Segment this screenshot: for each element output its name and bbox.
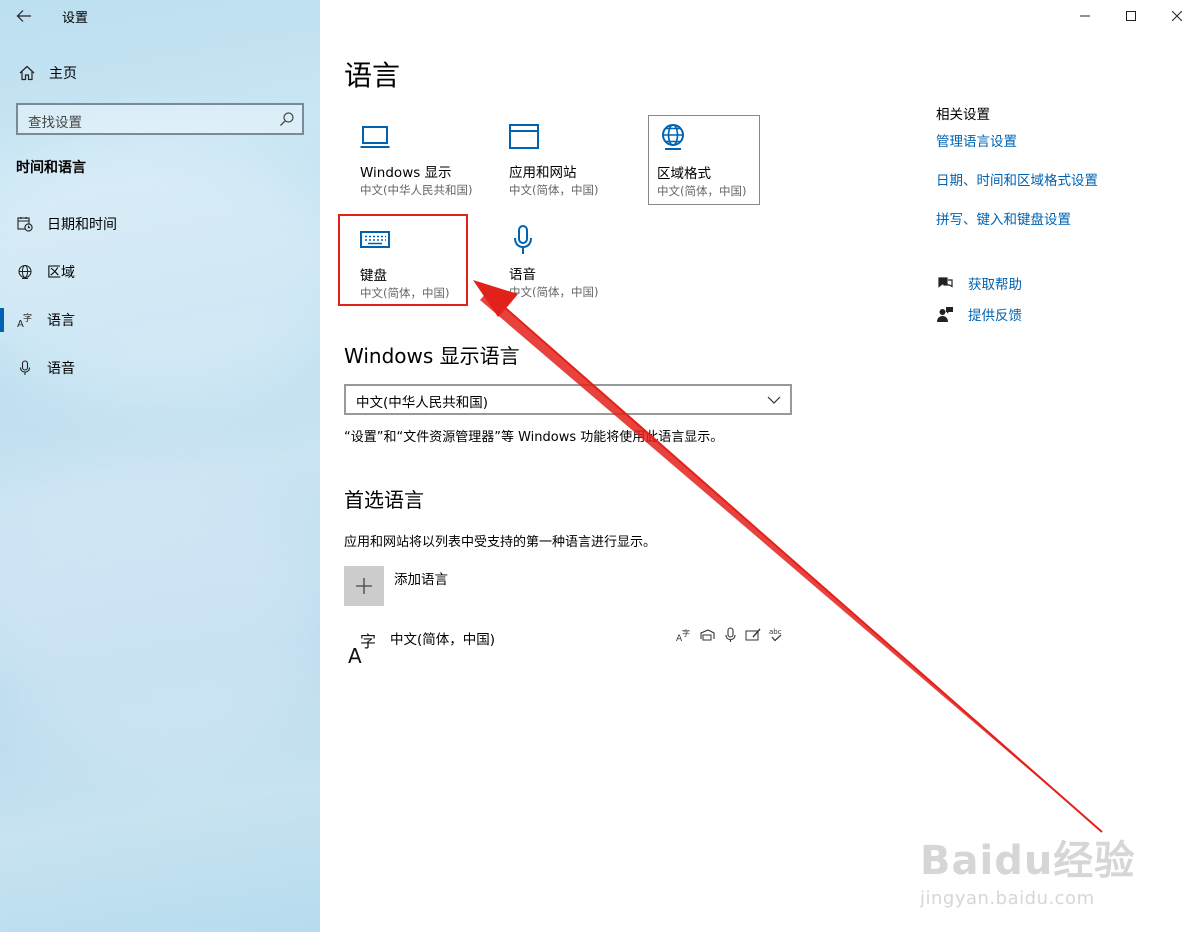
minimize-icon: [1080, 15, 1090, 17]
page-title: 语言: [344, 59, 401, 92]
sidebar-item-label: 语音: [47, 361, 75, 377]
maximize-button[interactable]: [1108, 0, 1154, 32]
display-language-heading: Windows 显示语言: [344, 344, 520, 368]
close-icon: [1172, 11, 1182, 21]
home-nav-item[interactable]: 主页: [0, 56, 320, 90]
handwriting-feature-icon: [745, 628, 761, 641]
globe-icon: [18, 264, 32, 279]
tile-subtitle: 中文(简体，中国): [657, 184, 747, 198]
svg-text:abc: abc: [769, 628, 782, 636]
display-language-feature-icon: A字: [676, 628, 690, 643]
maximize-icon: [1126, 11, 1136, 21]
tile-apps-websites[interactable]: 应用和网站 中文(简体，中国): [489, 113, 619, 203]
language-feature-icons: A字 abc: [676, 627, 785, 643]
sidebar-item-label: 语言: [47, 313, 75, 329]
dropdown-value: 中文(中华人民共和国): [356, 395, 489, 411]
app-title: 设置: [62, 11, 89, 26]
tile-subtitle: 中文(简体，中国): [360, 286, 450, 300]
window-controls: [1062, 0, 1200, 32]
link-date-time-region[interactable]: 日期、时间和区域格式设置: [936, 169, 1098, 189]
tile-subtitle: 中文(中华人民共和国): [360, 183, 473, 197]
sidebar: 设置 主页 查找设置 时间和语言 日期和时间 区域 A字 语言 语音: [0, 0, 320, 932]
tile-name: 应用和网站: [509, 165, 577, 181]
get-help-link: 获取帮助: [968, 277, 1022, 293]
browser-window-icon: [509, 124, 539, 149]
add-language-button[interactable]: 添加语言: [344, 566, 448, 606]
home-icon: [19, 65, 35, 81]
display-language-note: “设置”和“文件资源管理器”等 Windows 功能将使用此语言显示。: [344, 430, 724, 445]
sidebar-item-label: 日期和时间: [47, 217, 117, 233]
language-list-item[interactable]: A字 中文(简体，中国) A字 abc: [344, 627, 792, 667]
home-label: 主页: [49, 66, 77, 82]
chevron-down-icon: [767, 396, 781, 404]
close-button[interactable]: [1154, 0, 1200, 32]
search-input[interactable]: 查找设置: [16, 103, 304, 135]
link-spelling-typing-keyboard[interactable]: 拼写、键入和键盘设置: [936, 208, 1071, 228]
selected-indicator: [0, 308, 4, 332]
sidebar-item-date-time[interactable]: 日期和时间: [0, 206, 320, 242]
text-to-speech-feature-icon: [700, 629, 715, 641]
tile-subtitle: 中文(简体，中国): [509, 285, 599, 299]
watermark-url: jingyan.baidu.com: [920, 888, 1095, 909]
search-placeholder: 查找设置: [28, 115, 82, 131]
feedback-link: 提供反馈: [968, 308, 1022, 324]
help-chat-icon: [938, 277, 953, 288]
keyboard-icon: [360, 231, 390, 248]
sidebar-item-speech[interactable]: 语音: [0, 350, 320, 386]
spelling-feature-icon: abc: [769, 628, 782, 642]
preferred-language-description: 应用和网站将以列表中受支持的第一种语言进行显示。: [344, 535, 657, 550]
svg-text:字: 字: [23, 312, 32, 324]
section-label: 时间和语言: [16, 160, 86, 176]
tile-name: 语音: [509, 267, 536, 283]
related-settings-title: 相关设置: [936, 107, 990, 123]
microphone-icon: [514, 225, 532, 254]
display-language-dropdown[interactable]: 中文(中华人民共和国): [344, 384, 792, 415]
tile-regional-format[interactable]: 区域格式 中文(简体，中国): [648, 115, 760, 205]
language-name: 中文(简体，中国): [390, 632, 496, 648]
minimize-button[interactable]: [1062, 0, 1108, 32]
plus-icon: [344, 566, 384, 606]
language-icon: A字: [348, 632, 376, 665]
sidebar-item-language[interactable]: A字 语言: [0, 302, 320, 338]
preferred-language-heading: 首选语言: [344, 488, 424, 512]
monitor-icon: [360, 126, 390, 148]
tile-name: Windows 显示: [360, 165, 452, 181]
tile-name: 区域格式: [657, 166, 711, 182]
tile-subtitle: 中文(简体，中国): [509, 183, 599, 197]
get-help-row[interactable]: 获取帮助: [936, 273, 1022, 293]
sidebar-item-label: 区域: [47, 265, 75, 281]
speech-feature-icon: [725, 627, 736, 642]
feedback-person-icon: [937, 307, 953, 322]
baidu-watermark: Baidu经验 jingyan.baidu.com: [920, 828, 1135, 909]
language-icon: A字: [17, 312, 32, 328]
link-manage-language[interactable]: 管理语言设置: [936, 130, 1017, 150]
feedback-row[interactable]: 提供反馈: [936, 304, 1022, 324]
add-language-label: 添加语言: [394, 572, 448, 588]
tile-keyboard[interactable]: 键盘 中文(简体，中国): [338, 214, 468, 306]
sidebar-item-region[interactable]: 区域: [0, 254, 320, 290]
back-arrow-icon: [16, 10, 31, 22]
watermark-logo-text: Baidu经验: [920, 838, 1136, 884]
tile-speech[interactable]: 语音 中文(简体，中国): [489, 215, 619, 305]
tile-name: 键盘: [360, 268, 387, 284]
calendar-clock-icon: [17, 217, 33, 232]
search-icon: [280, 112, 294, 126]
svg-text:字: 字: [360, 632, 376, 651]
tile-windows-display[interactable]: Windows 显示 中文(中华人民共和国): [340, 113, 473, 203]
back-button[interactable]: [10, 4, 38, 28]
region-format-icon: [662, 124, 684, 150]
svg-text:字: 字: [682, 628, 690, 638]
microphone-icon: [19, 360, 31, 375]
titlebar-left: 设置: [0, 0, 320, 32]
